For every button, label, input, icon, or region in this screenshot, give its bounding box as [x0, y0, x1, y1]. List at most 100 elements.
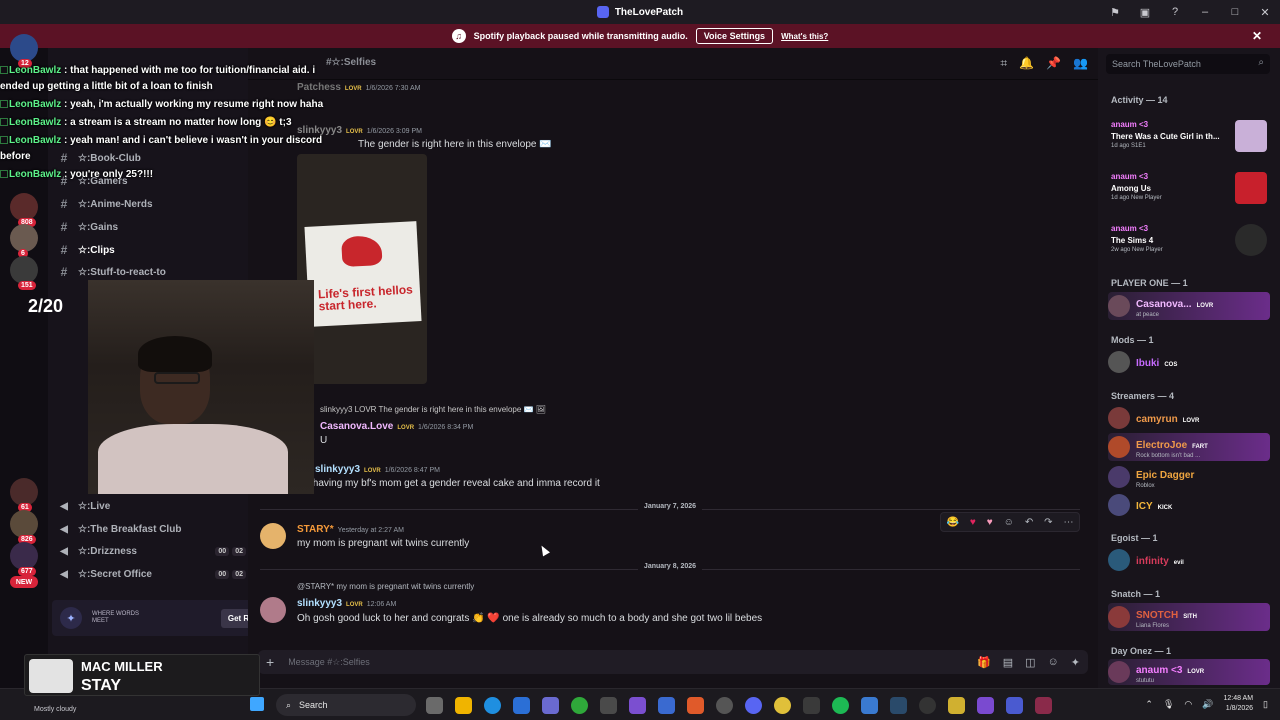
heart-reaction-icon[interactable]: ♥	[970, 517, 976, 528]
unreal-icon[interactable]	[919, 697, 936, 714]
gift-icon[interactable]: 🎁	[977, 656, 991, 669]
inbox-icon[interactable]: ▣	[1130, 0, 1160, 24]
member-row[interactable]: Casanova... LOVR at peace	[1108, 292, 1270, 320]
forward-icon[interactable]: ↷	[1044, 517, 1052, 528]
message-author[interactable]: slinkyyy3	[297, 598, 342, 609]
minimize-button[interactable]: –	[1190, 0, 1220, 24]
discord-icon[interactable]	[745, 697, 762, 714]
chevron-up-icon[interactable]: ⌃	[1145, 699, 1153, 710]
app-icon[interactable]	[861, 697, 878, 714]
steam-icon[interactable]	[890, 697, 907, 714]
server-icon[interactable]: 677	[10, 542, 38, 576]
reply-icon[interactable]: ↶	[1025, 517, 1033, 528]
flag-icon[interactable]: ⚑	[1100, 0, 1130, 24]
message[interactable]: Casanova.Love LOVR 1/6/2026 8:34 PM	[320, 421, 473, 432]
activity-item[interactable]: anaum <3 There Was a Cute Girl in th... …	[1111, 120, 1271, 166]
reply-preview[interactable]: slinkyyy3 LOVR The gender is right here …	[320, 405, 546, 414]
notifications-icon[interactable]: ▯	[1263, 699, 1268, 710]
home-server[interactable]: 12	[10, 34, 38, 68]
attach-plus-icon[interactable]: +	[266, 654, 274, 670]
message-input[interactable]: Message #☆:Selfies	[288, 657, 370, 668]
app-icon[interactable]	[716, 697, 733, 714]
channel-stuff-to-react-to[interactable]: # ☆:Stuff-to-react-to	[58, 262, 246, 282]
taskbar-search[interactable]: ⌕ Search	[276, 694, 416, 716]
channel-gains[interactable]: # ☆:Gains	[58, 217, 246, 237]
app-icon[interactable]	[977, 697, 994, 714]
member-row[interactable]: infinity evil	[1108, 546, 1270, 574]
member-row[interactable]: SNOTCH SITH Liana Flores	[1108, 603, 1270, 631]
activity-item[interactable]: anaum <3 Among Us 1d ago New Player	[1111, 172, 1271, 218]
spotify-icon[interactable]	[832, 697, 849, 714]
voice-channel-secret-office[interactable]: ◀ ☆:Secret Office 00 02	[58, 564, 246, 584]
chrome-icon[interactable]	[774, 697, 791, 714]
apps-icon[interactable]: ✦	[1071, 656, 1080, 669]
app-icon[interactable]	[1006, 697, 1023, 714]
server-icon[interactable]: 151	[10, 256, 38, 290]
server-icon[interactable]: 61	[10, 478, 38, 512]
server-icon[interactable]: 808	[10, 193, 38, 227]
wifi-icon[interactable]: ◠	[1184, 699, 1192, 710]
clock[interactable]: 12:48 AM 1/8/2026	[1223, 694, 1253, 714]
gif-icon[interactable]: ▤	[1003, 656, 1013, 669]
help-icon[interactable]: ?	[1160, 0, 1190, 24]
member-row[interactable]: ICY KICK	[1108, 491, 1270, 519]
app-icon[interactable]	[1035, 697, 1052, 714]
server-search-input[interactable]: Search TheLovePatch ⌕	[1106, 54, 1270, 74]
message-author[interactable]: STARY*	[297, 524, 334, 535]
windows-start-icon[interactable]	[250, 697, 264, 711]
message[interactable]: slinkyyy3 LOVR 1/6/2026 8:47 PM	[315, 464, 440, 475]
server-icon[interactable]: 6	[10, 224, 38, 258]
emoji-icon[interactable]: ☺	[1048, 656, 1059, 669]
threads-icon[interactable]: ⌗	[1000, 56, 1007, 71]
laugh-reaction-icon[interactable]: 😂	[946, 517, 958, 528]
mic-icon[interactable]: 🎙	[1163, 699, 1174, 710]
whats-this-link[interactable]: What's this?	[781, 32, 828, 41]
members-icon[interactable]: 👥	[1073, 56, 1088, 71]
activity-header[interactable]: Activity — 14	[1111, 95, 1168, 105]
member-row[interactable]: ElectroJoe FART Rock bottom isn't bad ...	[1108, 433, 1270, 461]
app-icon[interactable]	[542, 697, 559, 714]
brave-icon[interactable]	[687, 697, 704, 714]
image-attachment[interactable]: Life's first hellos start here.	[297, 154, 427, 384]
bell-icon[interactable]: 🔔	[1019, 56, 1034, 71]
weather-text[interactable]: Mostly cloudy	[34, 706, 76, 713]
banner-close-icon[interactable]: ✕	[1252, 29, 1262, 43]
server-icon[interactable]: 826	[10, 510, 38, 544]
member-row[interactable]: Epic Dagger Roblox	[1108, 463, 1270, 491]
add-reaction-icon[interactable]: ☺	[1004, 517, 1014, 528]
volume-icon[interactable]: 🔊	[1202, 699, 1213, 710]
app-icon[interactable]	[803, 697, 820, 714]
visual-studio-icon[interactable]	[629, 697, 646, 714]
pink-heart-reaction-icon[interactable]: ♥	[987, 517, 993, 528]
voice-channel-live[interactable]: ◀ ☆:Live	[58, 496, 246, 516]
voice-settings-button[interactable]: Voice Settings	[695, 28, 774, 44]
sticker-icon[interactable]: ◫	[1025, 656, 1035, 669]
member-row[interactable]: anaum <3 LOVR stututu	[1108, 659, 1270, 685]
voice-channel-drizzness[interactable]: ◀ ☆:Drizzness 00 02	[58, 541, 246, 561]
pin-icon[interactable]: 📌	[1046, 56, 1061, 71]
maximize-button[interactable]: □	[1220, 0, 1250, 24]
edge-icon[interactable]	[484, 697, 501, 714]
reply-reference[interactable]: @STARY* my mom is pregnant wit twins cur…	[297, 582, 474, 591]
store-icon[interactable]	[600, 697, 617, 714]
activity-item[interactable]: anaum <3 The Sims 4 2w ago New Player	[1111, 224, 1271, 270]
message[interactable]: slinkyyy3 LOVR 12:06 AM	[297, 598, 396, 609]
more-icon[interactable]: ⋯	[1064, 517, 1074, 528]
avatar[interactable]	[260, 523, 286, 549]
mail-icon[interactable]	[513, 697, 530, 714]
task-view-icon[interactable]	[426, 697, 443, 714]
member-row[interactable]: camyrun LOVR	[1108, 404, 1270, 432]
message-author[interactable]: Casanova.Love	[320, 421, 393, 432]
close-window-button[interactable]: ✕	[1250, 0, 1280, 24]
message[interactable]: STARY* Yesterday at 2:27 AM	[297, 524, 404, 535]
avatar[interactable]	[260, 597, 286, 623]
channel-anime-nerds[interactable]: # ☆:Anime-Nerds	[58, 194, 246, 214]
xbox-icon[interactable]	[571, 697, 588, 714]
file-explorer-icon[interactable]	[455, 697, 472, 714]
member-row[interactable]: Ibuki COS	[1108, 348, 1270, 376]
message-author[interactable]: slinkyyy3	[315, 464, 360, 475]
app-icon[interactable]	[948, 697, 965, 714]
app-icon[interactable]	[658, 697, 675, 714]
voice-channel-breakfast-club[interactable]: ◀ ☆:The Breakfast Club	[58, 519, 246, 539]
channel-clips[interactable]: # ☆:Clips	[58, 240, 246, 260]
